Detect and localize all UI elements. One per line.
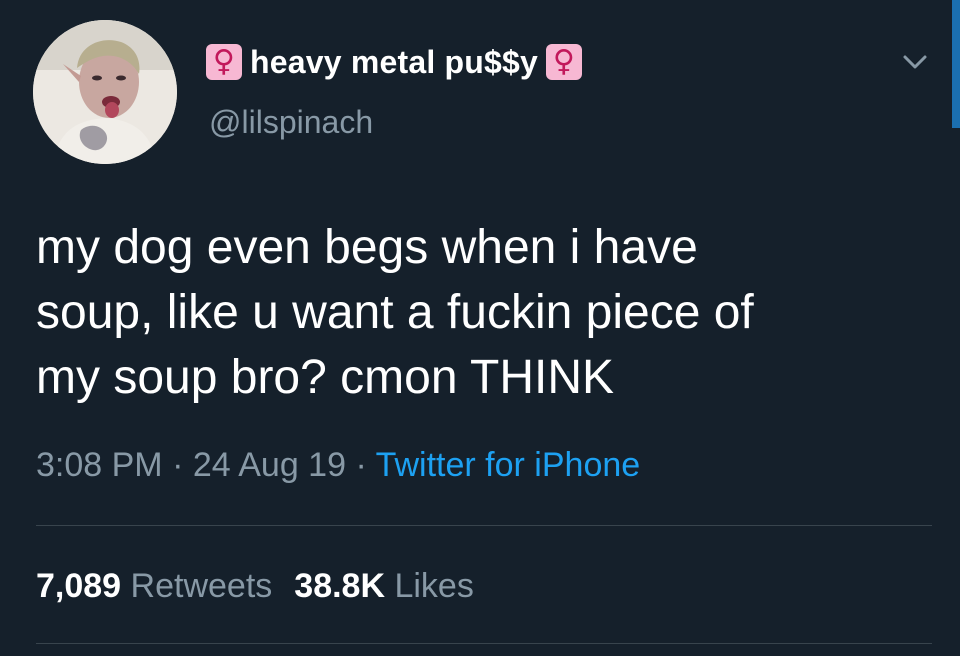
female-sign-icon: ♀ [206,44,242,80]
likes-count: 38.8K [294,567,386,605]
divider [36,525,932,526]
retweets-label: Retweets [130,567,273,605]
tweet-source-link[interactable]: Twitter for iPhone [376,446,641,484]
tweet-text-line: my dog even begs when i have [36,221,698,274]
avatar[interactable] [33,20,177,164]
chevron-down-icon[interactable] [897,44,933,80]
tweet-card: ♀ heavy metal pu$$y ♀ @lilspinach my dog… [0,0,960,656]
display-name[interactable]: ♀ heavy metal pu$$y ♀ [206,40,582,84]
tweet-text-line: soup, like u want a fuckin piece of [36,286,754,339]
tweet-date[interactable]: 24 Aug 19 [193,446,346,484]
divider [36,643,932,644]
tweet-metadata: 3:08 PM · 24 Aug 19 · Twitter for iPhone [36,446,640,485]
avatar-image [33,20,177,164]
user-handle[interactable]: @lilspinach [209,104,373,141]
likes-stat[interactable]: 38.8K Likes [294,567,474,605]
retweets-count: 7,089 [36,567,122,605]
meta-separator: · [346,446,376,484]
likes-label: Likes [394,567,474,605]
meta-separator: · [162,446,193,484]
tweet-stats: 7,089 Retweets 38.8K Likes [36,567,474,606]
display-name-text: heavy metal pu$$y [250,43,538,80]
tweet-text: my dog even begs when i have soup, like … [36,215,926,410]
tweet-text-line: my soup bro? cmon THINK [36,351,614,404]
retweets-stat[interactable]: 7,089 Retweets [36,567,272,605]
female-sign-icon: ♀ [546,44,582,80]
scrollbar[interactable] [952,0,960,128]
tweet-time[interactable]: 3:08 PM [36,446,163,484]
